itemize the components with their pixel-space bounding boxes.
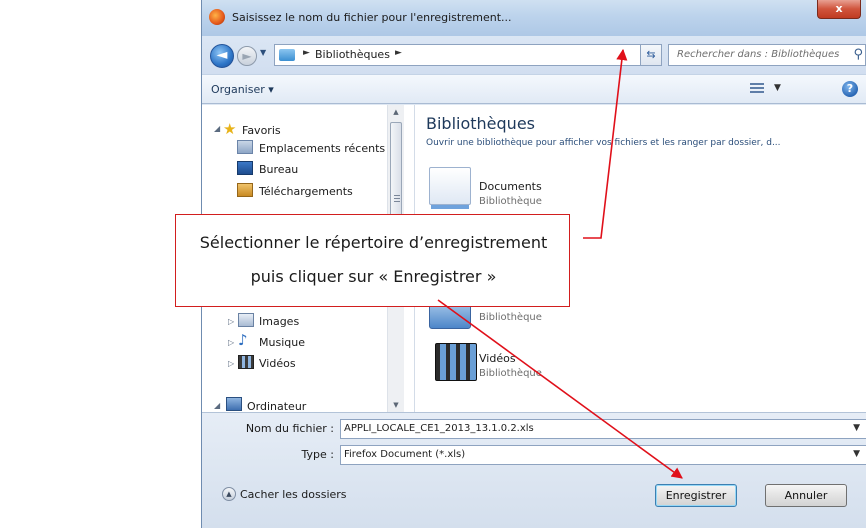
filename-value: APPLI_LOCALE_CE1_2013_13.1.0.2.xls [344, 423, 534, 434]
sidebar-item-musique[interactable]: Musique [259, 336, 305, 349]
music-icon: ♪ [238, 331, 248, 349]
expand-arrow-icon[interactable]: ▷ [228, 338, 234, 347]
collapse-arrow-icon[interactable]: ◢ [214, 124, 220, 133]
documents-library-icon[interactable] [429, 167, 471, 205]
breadcrumb-arrow-icon[interactable]: ► [303, 48, 310, 58]
images-icon [238, 313, 254, 327]
scroll-down-icon[interactable]: ▼ [388, 398, 404, 412]
cancel-button[interactable]: Annuler [765, 484, 847, 507]
recent-places-icon [237, 140, 253, 154]
breadcrumb-arrow-icon[interactable]: ► [395, 48, 402, 58]
history-dropdown-icon[interactable]: ▼ [260, 48, 266, 57]
search-icon[interactable]: ⚲ [853, 47, 863, 62]
view-dropdown-icon[interactable]: ▼ [774, 83, 781, 93]
view-options-icon[interactable] [750, 83, 764, 95]
downloads-icon [237, 183, 253, 197]
title-bar: Saisissez le nom du fichier pour l'enreg… [202, 0, 866, 36]
library-type-videos: Bibliothèque [479, 368, 542, 379]
page-title: Bibliothèques [426, 114, 535, 133]
organize-button[interactable]: Organiser ▾ [211, 83, 274, 96]
breadcrumb-libraries[interactable]: Bibliothèques [315, 48, 390, 61]
address-bar[interactable]: ► Bibliothèques ► ▼ [274, 44, 662, 66]
save-button[interactable]: Enregistrer [655, 484, 737, 507]
hide-folders-icon[interactable]: ▲ [222, 487, 236, 501]
sidebar-item-bureau[interactable]: Bureau [259, 163, 298, 176]
library-type-images: Bibliothèque [479, 312, 542, 323]
help-icon[interactable]: ? [842, 81, 858, 97]
close-button[interactable]: x [817, 0, 861, 19]
scroll-grip-icon [394, 195, 400, 203]
back-button[interactable]: ◄ [210, 44, 234, 68]
callout-line-1: Sélectionner le répertoire d’enregistrem… [199, 233, 548, 252]
type-label: Type : [301, 448, 334, 461]
search-input[interactable]: Rechercher dans : Bibliothèques ⚲ [668, 44, 866, 66]
navigation-bar: ◄ ► ▼ ► Bibliothèques ► ▼ ⇆ Rechercher d… [202, 36, 866, 74]
instruction-callout: Sélectionner le répertoire d’enregistrem… [175, 214, 570, 307]
type-dropdown-icon[interactable]: ▼ [853, 449, 860, 459]
libraries-description: Ouvrir une bibliothèque pour afficher vo… [426, 138, 781, 148]
forward-button[interactable]: ► [237, 46, 257, 66]
filename-dropdown-icon[interactable]: ▼ [853, 423, 860, 433]
videos-library-icon[interactable] [435, 343, 477, 381]
firefox-icon [209, 9, 225, 25]
scroll-up-icon[interactable]: ▲ [388, 105, 404, 119]
sidebar-item-images[interactable]: Images [259, 315, 299, 328]
expand-arrow-icon[interactable]: ◢ [214, 401, 220, 410]
sidebar-item-favoris[interactable]: Favoris [242, 124, 281, 137]
videos-icon [238, 355, 254, 369]
callout-line-2: puis cliquer sur « Enregistrer » [250, 267, 497, 286]
search-placeholder: Rechercher dans : Bibliothèques [677, 49, 840, 60]
desktop-icon [237, 161, 253, 175]
sidebar-item-downloads[interactable]: Téléchargements [259, 185, 353, 198]
save-fields: Nom du fichier : APPLI_LOCALE_CE1_2013_1… [202, 412, 866, 528]
favorites-star-icon: ★ [223, 120, 237, 138]
filename-input[interactable]: APPLI_LOCALE_CE1_2013_13.1.0.2.xls ▼ [340, 419, 866, 439]
library-name-videos[interactable]: Vidéos [479, 352, 516, 365]
computer-icon [226, 397, 242, 411]
refresh-button[interactable]: ⇆ [640, 44, 662, 66]
type-value: Firefox Document (*.xls) [344, 449, 466, 460]
sidebar-item-recent[interactable]: Emplacements récents [259, 142, 385, 155]
filename-label: Nom du fichier : [245, 422, 334, 435]
expand-arrow-icon[interactable]: ▷ [228, 359, 234, 368]
sidebar-item-videos[interactable]: Vidéos [259, 357, 296, 370]
window-title: Saisissez le nom du fichier pour l'enreg… [232, 11, 512, 24]
library-name-documents[interactable]: Documents [479, 180, 542, 193]
type-select[interactable]: Firefox Document (*.xls) ▼ [340, 445, 866, 465]
libraries-folder-icon [279, 49, 295, 61]
expand-arrow-icon[interactable]: ▷ [228, 317, 234, 326]
command-toolbar: Organiser ▾ ▼ ? [202, 74, 866, 104]
library-type-documents: Bibliothèque [479, 196, 542, 207]
hide-folders-link[interactable]: Cacher les dossiers [240, 488, 347, 501]
